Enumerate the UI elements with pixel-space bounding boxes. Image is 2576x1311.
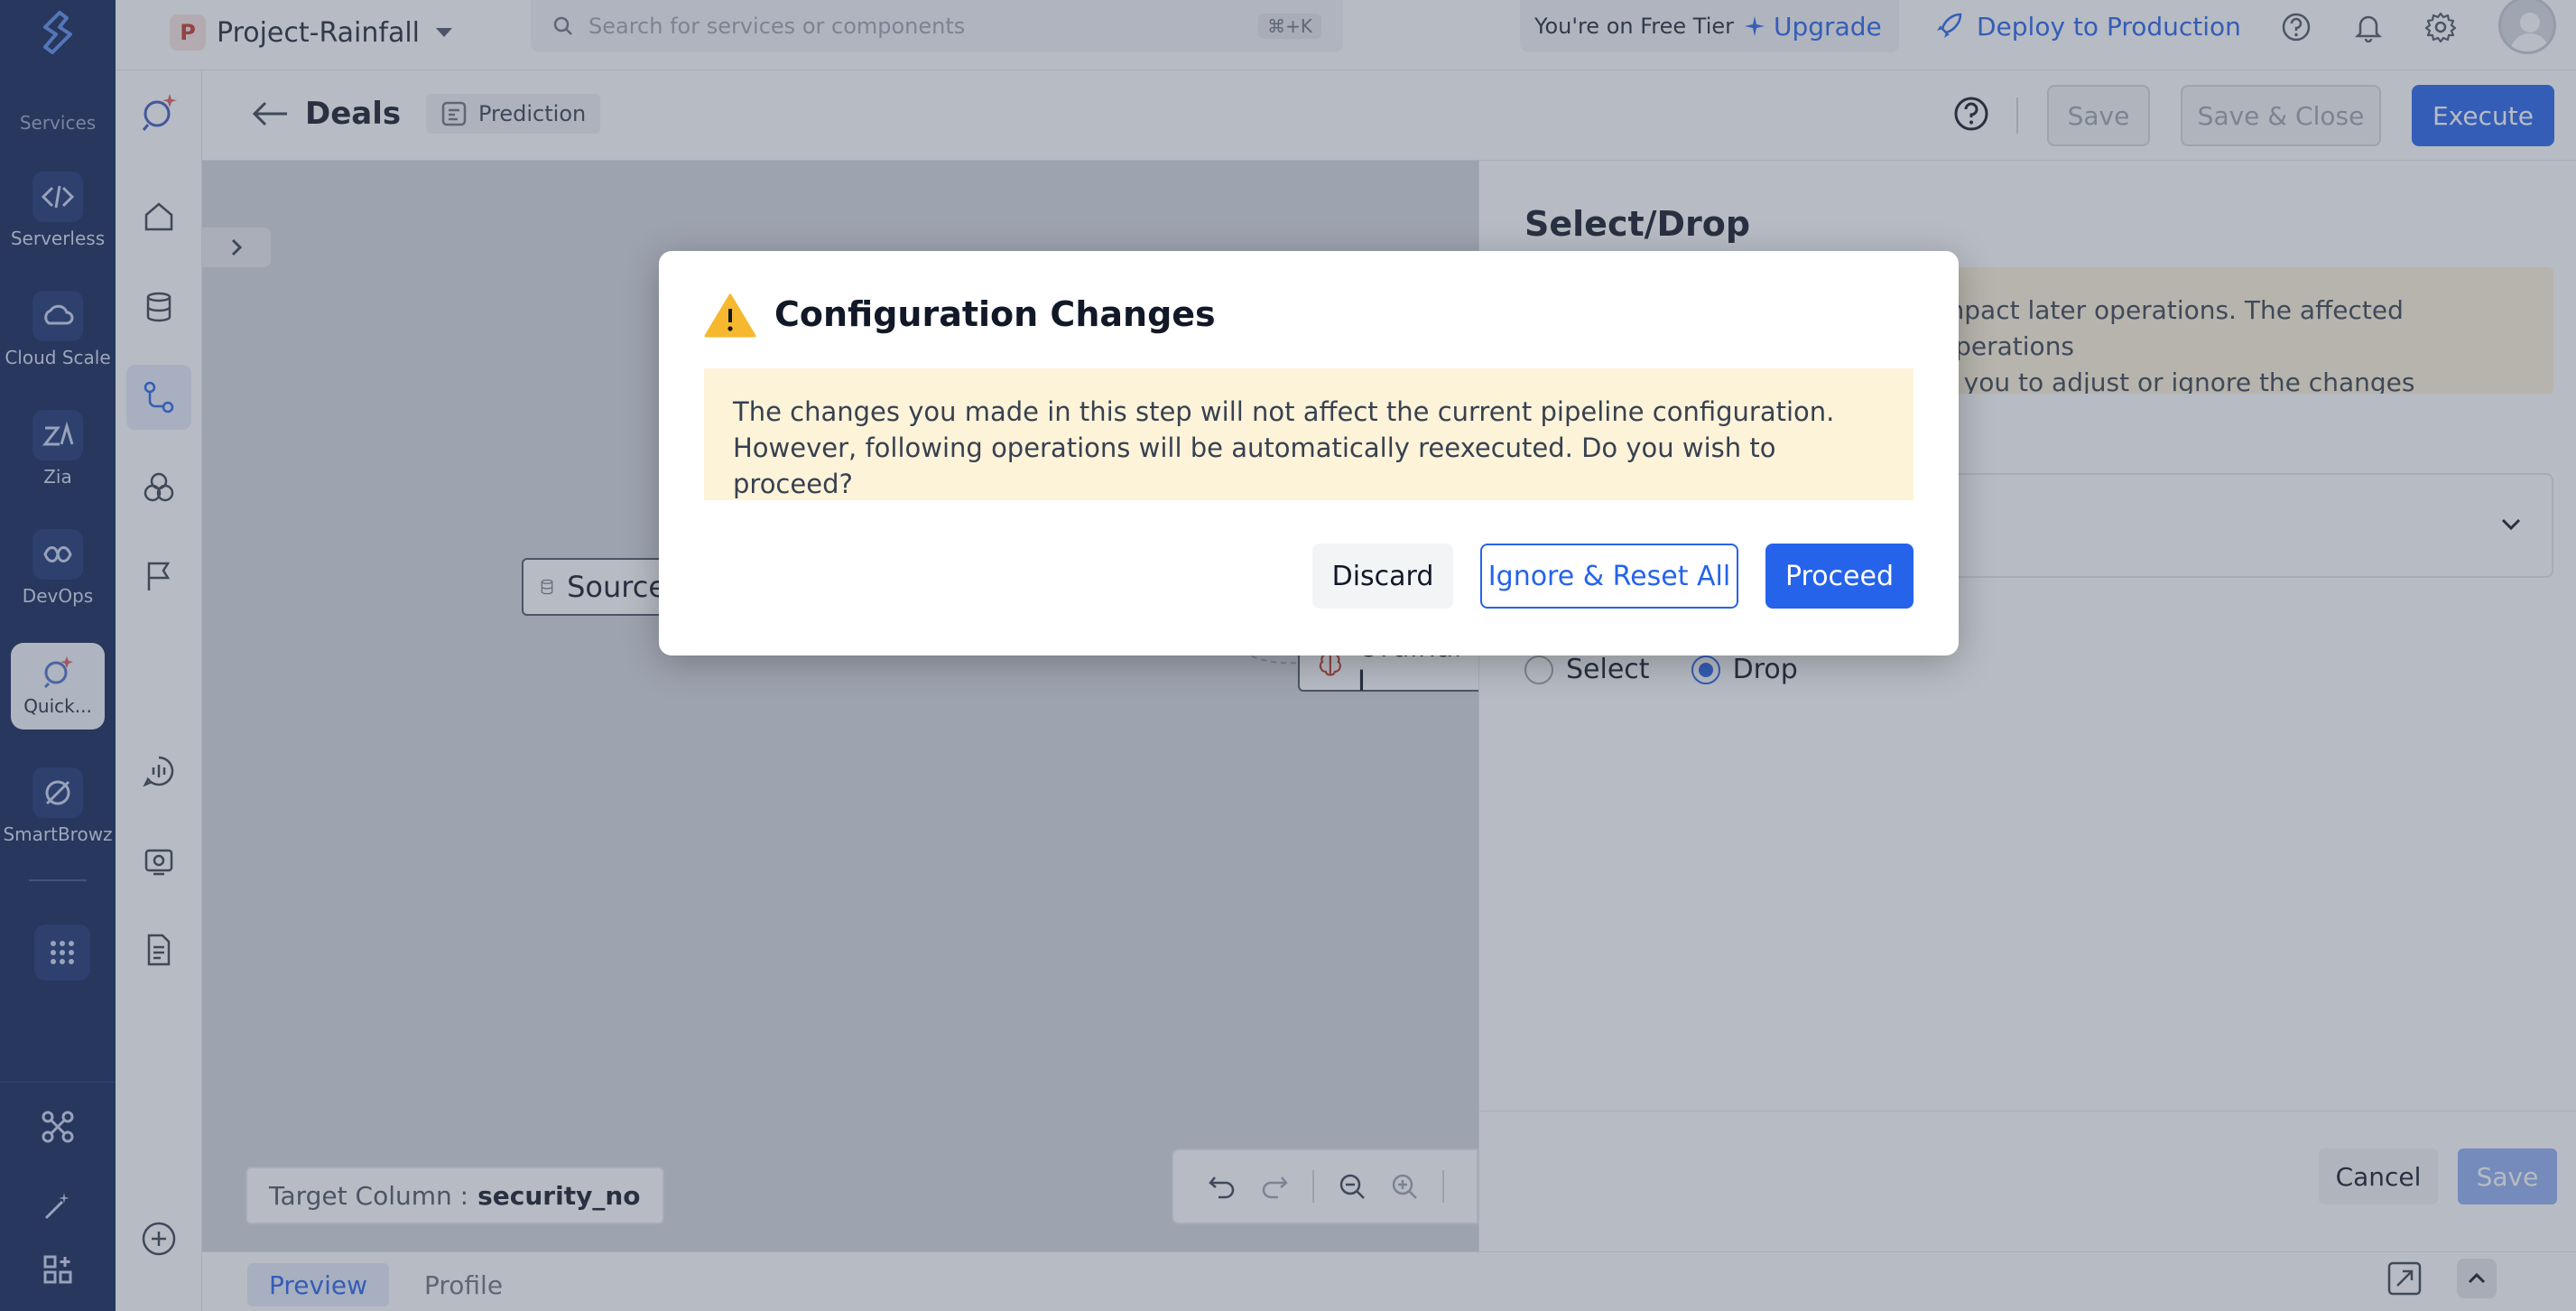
dialog-title: Configuration Changes — [774, 294, 1216, 334]
discard-button[interactable]: Discard — [1312, 544, 1453, 609]
ignore-reset-all-button[interactable]: Ignore & Reset All — [1480, 544, 1738, 609]
warning-icon — [704, 293, 756, 338]
dialog-message: The changes you made in this step will n… — [704, 368, 1913, 500]
proceed-button[interactable]: Proceed — [1765, 544, 1913, 609]
configuration-changes-dialog: Configuration Changes The changes you ma… — [659, 251, 1959, 656]
modal-backdrop[interactable] — [0, 0, 2576, 1311]
